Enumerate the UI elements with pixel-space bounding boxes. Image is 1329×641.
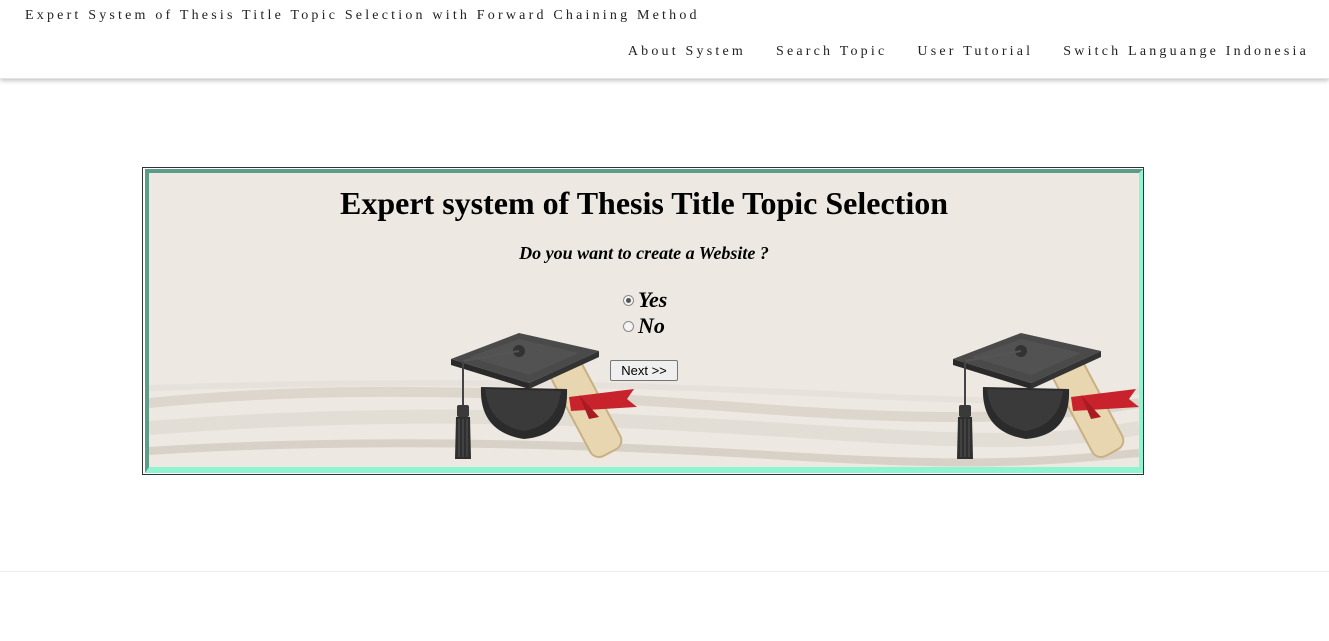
option-yes-label: Yes bbox=[638, 287, 668, 312]
question-panel-frame: Expert system of Thesis Title Topic Sele… bbox=[142, 167, 1144, 475]
site-title: Expert System of Thesis Title Topic Sele… bbox=[25, 8, 700, 23]
radio-yes[interactable] bbox=[623, 294, 634, 306]
graduation-cap-diploma-icon bbox=[451, 333, 637, 459]
next-button[interactable]: Next >> bbox=[610, 360, 678, 381]
graduation-cap-diploma-icon bbox=[953, 333, 1139, 459]
main-nav: About System Search Topic User Tutorial … bbox=[598, 44, 1309, 60]
top-navigation-bar: Expert System of Thesis Title Topic Sele… bbox=[0, 0, 1329, 79]
nav-about-system[interactable]: About System bbox=[628, 44, 746, 60]
question-text: Do you want to create a Website ? bbox=[519, 243, 769, 263]
option-no-label: No bbox=[638, 313, 665, 338]
nav-user-tutorial[interactable]: User Tutorial bbox=[917, 44, 1033, 60]
footer-divider bbox=[0, 571, 1329, 572]
panel-title: Expert system of Thesis Title Topic Sele… bbox=[339, 185, 949, 221]
nav-search-topic[interactable]: Search Topic bbox=[776, 44, 887, 60]
option-yes[interactable]: Yes bbox=[623, 287, 667, 313]
nav-switch-language[interactable]: Switch Languange Indonesia bbox=[1063, 44, 1309, 60]
question-panel: Expert system of Thesis Title Topic Sele… bbox=[145, 169, 1143, 473]
